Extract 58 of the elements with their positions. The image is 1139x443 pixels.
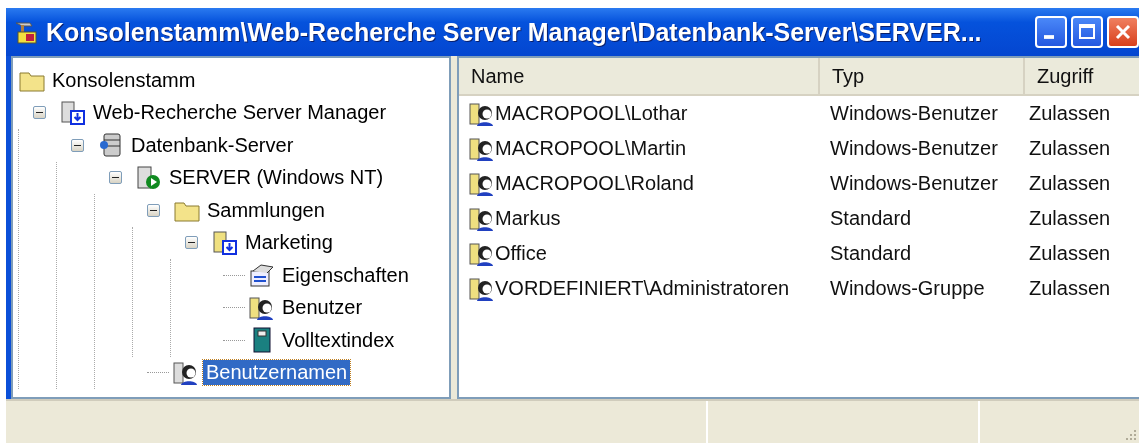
properties-icon (249, 262, 275, 289)
user-icon (469, 205, 495, 232)
close-icon (1113, 22, 1133, 42)
table-cell-text: Zulassen (1028, 172, 1112, 195)
collapse-toggle[interactable] (147, 203, 160, 217)
table-cell-text: Windows-Benutzer (829, 102, 999, 125)
database-arrow-icon (212, 229, 238, 256)
table-cell: VORDEFINIERT\Administratoren (495, 277, 790, 300)
hammer-icon (14, 20, 38, 44)
user-icon (469, 275, 495, 302)
tree-item[interactable]: Sammlungen (204, 197, 328, 223)
table-cell-text: Windows-Benutzer (829, 137, 999, 160)
table-cell-text: Zulassen (1028, 137, 1112, 160)
window-title: Konsolenstamm\Web-Recherche Server Manager\Datenbank-Server\SERVER... (46, 17, 983, 47)
table-cell: Markus (495, 207, 561, 230)
collapse-toggle[interactable] (33, 106, 46, 120)
close-button[interactable] (1107, 16, 1139, 48)
table-cell-text: Zulassen (1028, 207, 1112, 230)
user-icon (469, 135, 495, 162)
tree-item[interactable]: SERVER (Windows NT) (166, 165, 387, 191)
table-cell-text: Zulassen (1028, 242, 1112, 265)
table-cell-text: Standard (829, 242, 913, 265)
server-play-icon (136, 164, 162, 191)
user-icon (469, 100, 495, 127)
table-cell: MACROPOOL\Roland (495, 172, 694, 195)
collapse-toggle[interactable] (185, 236, 198, 250)
table-cell-text: Windows-Gruppe (829, 277, 986, 300)
user-icon (469, 240, 495, 267)
tree-item[interactable]: Eigenschaften (279, 262, 412, 288)
user-icon (249, 294, 275, 321)
tree-item[interactable]: Benutzernamen (203, 360, 351, 386)
table-cell-text: Windows-Benutzer (829, 172, 999, 195)
column-header[interactable]: Name (459, 58, 820, 94)
tree-item[interactable]: Konsolenstamm (49, 67, 199, 93)
resize-grip-icon (1125, 429, 1137, 441)
table-cell: Office (495, 242, 547, 265)
table-cell: MACROPOOL\Martin (495, 137, 687, 160)
server-icon (98, 132, 124, 159)
collapse-toggle[interactable] (71, 138, 84, 152)
user-icon (173, 359, 199, 386)
collapse-toggle[interactable] (109, 171, 122, 185)
column-header[interactable]: Zugriff (1025, 58, 1139, 94)
tree-item[interactable]: Marketing (242, 230, 336, 256)
tree-item[interactable]: Volltextindex (279, 327, 398, 353)
table-cell-text: Zulassen (1028, 102, 1112, 125)
table-cell: MACROPOOL\Lothar (495, 102, 688, 125)
tree-item[interactable]: Web-Recherche Server Manager (90, 100, 390, 126)
minimize-icon (1044, 35, 1054, 39)
table-cell-text: Standard (829, 207, 913, 230)
tree-item[interactable]: Datenbank-Server (128, 132, 297, 158)
database-arrow-icon (60, 99, 86, 126)
minimize-button[interactable] (1035, 16, 1067, 48)
maximize-button[interactable] (1071, 16, 1103, 48)
table-cell-text: Zulassen (1028, 277, 1112, 300)
user-icon (469, 170, 495, 197)
maximize-icon (1077, 22, 1097, 42)
column-header[interactable]: Typ (820, 58, 1025, 94)
tree-item[interactable]: Benutzer (279, 295, 366, 321)
